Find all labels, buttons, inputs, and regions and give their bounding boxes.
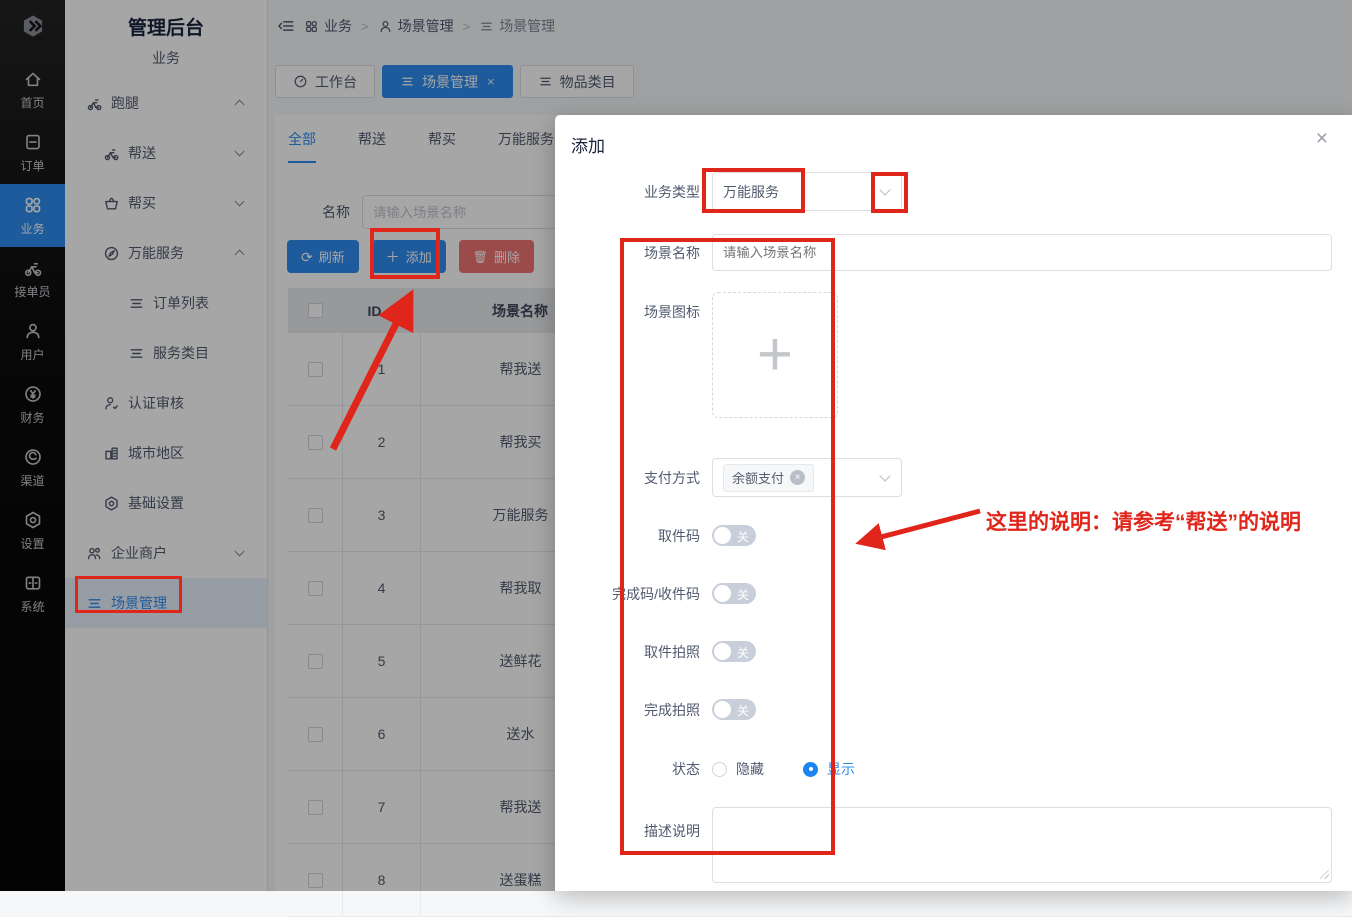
field-label: 状态 — [555, 759, 700, 779]
tag-remove-icon[interactable]: × — [790, 470, 805, 485]
payment-method-select[interactable]: 余额支付 × — [712, 458, 902, 497]
field-label: 完成码/收件码 — [555, 584, 700, 604]
pickup-photo-toggle[interactable]: 关 — [712, 641, 756, 662]
radio-label: 隐藏 — [736, 759, 764, 779]
plus-icon: + — [757, 330, 793, 380]
modal-title: 添加 — [571, 132, 605, 157]
chevron-down-icon — [879, 470, 890, 481]
field-label: 场景图标 — [555, 292, 700, 418]
pickup-photo-row: 取件拍照 关 — [555, 641, 756, 662]
selected-value: 万能服务 — [723, 182, 779, 202]
payment-method-row: 支付方式 余额支付 × — [555, 458, 902, 497]
field-label: 描述说明 — [555, 807, 700, 886]
description-row: 描述说明 — [555, 807, 1332, 886]
status-row: 状态 隐藏 显示 — [555, 759, 855, 779]
field-label: 取件码 — [555, 526, 700, 546]
complete-photo-toggle[interactable]: 关 — [712, 699, 756, 720]
payment-tag: 余额支付 × — [723, 464, 814, 492]
business-type-select[interactable]: 万能服务 — [712, 172, 902, 211]
status-visible-radio[interactable] — [803, 762, 818, 777]
tag-label: 余额支付 — [732, 468, 784, 487]
complete-photo-row: 完成拍照 关 — [555, 699, 756, 720]
field-label: 业务类型 — [555, 182, 700, 202]
complete-code-row: 完成码/收件码 关 — [555, 583, 756, 604]
scene-name-row: 场景名称 — [555, 234, 1332, 271]
business-type-row: 业务类型 万能服务 — [555, 172, 902, 211]
field-label: 支付方式 — [555, 468, 700, 488]
field-label: 场景名称 — [555, 243, 700, 263]
icon-upload-box[interactable]: + — [712, 292, 838, 418]
scene-icon-row: 场景图标 + — [555, 292, 838, 418]
scene-name-input[interactable] — [712, 234, 1332, 271]
pickup-code-toggle[interactable]: 关 — [712, 525, 756, 546]
chevron-down-icon — [879, 184, 890, 195]
status-hidden-radio[interactable] — [712, 762, 727, 777]
add-scene-modal: 添加 × 业务类型 万能服务 场景名称 场景图标 + 支付方式 余额支付 × 取… — [555, 115, 1352, 891]
complete-code-toggle[interactable]: 关 — [712, 583, 756, 604]
field-label: 取件拍照 — [555, 642, 700, 662]
radio-label: 显示 — [827, 759, 855, 779]
field-label: 完成拍照 — [555, 700, 700, 720]
description-textarea[interactable] — [712, 807, 1332, 883]
pickup-code-row: 取件码 关 — [555, 525, 756, 546]
resize-grip[interactable] — [1320, 870, 1329, 879]
modal-close-icon[interactable]: × — [1316, 127, 1328, 151]
